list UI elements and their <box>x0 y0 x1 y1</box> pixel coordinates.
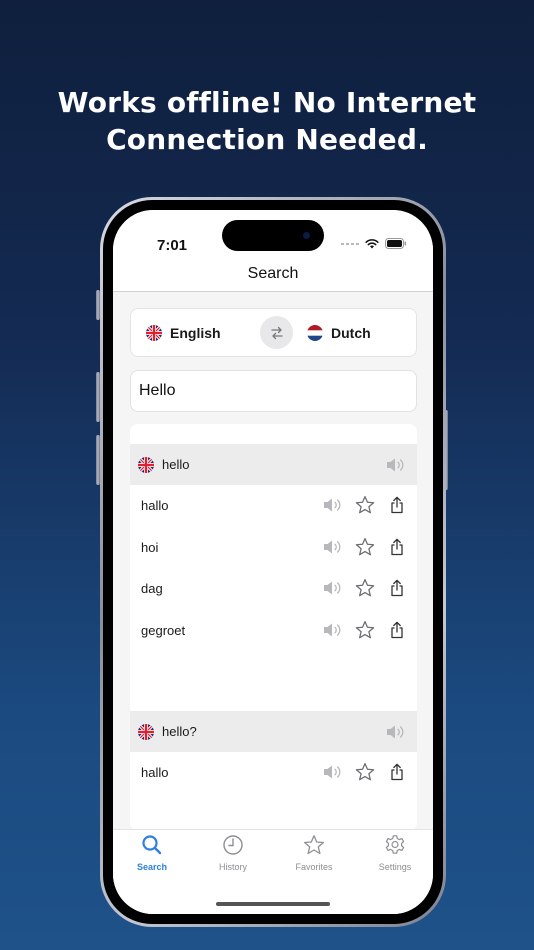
tab-bar: Search History Favorites Settings <box>113 829 433 914</box>
headline-line-2: Connection Needed. <box>106 123 428 156</box>
status-time: 7:01 <box>157 237 188 254</box>
translation-row[interactable]: dag <box>130 568 417 609</box>
star-icon[interactable] <box>355 762 375 782</box>
share-icon[interactable] <box>389 579 405 597</box>
results-list: hello hallo hoi dag gegroet hello? hallo <box>130 424 417 831</box>
dynamic-island <box>222 220 324 251</box>
star-icon[interactable] <box>355 620 375 640</box>
translation-row[interactable]: gegroet <box>130 610 417 651</box>
tab-search[interactable]: Search <box>117 834 187 872</box>
source-term: hello <box>162 457 190 472</box>
translation-row[interactable]: hoi <box>130 527 417 568</box>
speaker-icon[interactable] <box>322 579 344 597</box>
uk-flag-icon <box>138 456 154 473</box>
page-title: Search <box>247 265 299 282</box>
target-language-button[interactable]: Dutch <box>307 309 371 356</box>
source-language-label: English <box>170 324 221 341</box>
result-group-header: hello? <box>130 711 417 752</box>
source-term: hello? <box>162 724 197 739</box>
tab-settings[interactable]: Settings <box>360 834 430 872</box>
clock-icon <box>223 835 243 855</box>
star-icon[interactable] <box>355 495 375 515</box>
tab-history[interactable]: History <box>198 834 268 872</box>
translation-row[interactable]: hallo <box>130 485 417 526</box>
star-icon[interactable] <box>355 578 375 598</box>
tab-label: Favorites <box>295 862 333 872</box>
row-actions <box>322 578 405 598</box>
speaker-icon[interactable] <box>322 621 344 639</box>
star-icon[interactable] <box>355 537 375 557</box>
camera-icon <box>303 232 310 239</box>
home-indicator[interactable] <box>216 902 330 906</box>
tab-label: Settings <box>378 862 412 872</box>
share-icon[interactable] <box>389 763 405 781</box>
phone-screen: 7:01 Search English Dutch Hello hello ha… <box>113 210 433 914</box>
phone-bezel: 7:01 Search English Dutch Hello hello ha… <box>103 200 443 924</box>
row-actions <box>322 762 405 782</box>
tab-label: Search <box>136 862 168 872</box>
uk-flag-icon <box>146 324 162 341</box>
translation-text: gegroet <box>141 622 186 638</box>
status-bar: 7:01 <box>113 210 433 260</box>
battery-icon <box>385 238 407 249</box>
status-icons <box>341 238 407 249</box>
star-icon <box>303 835 325 855</box>
magnifier-icon <box>142 835 162 855</box>
gear-icon <box>385 835 405 854</box>
language-selector: English Dutch <box>130 308 417 357</box>
translation-text: hallo <box>141 498 169 513</box>
uk-flag-icon <box>138 723 154 740</box>
translation-row[interactable]: hallo <box>130 752 417 793</box>
netherlands-flag-icon <box>307 324 323 341</box>
signal-dots-icon <box>341 242 359 245</box>
row-actions <box>322 537 405 557</box>
translation-text: hallo <box>141 765 169 780</box>
target-language-label: Dutch <box>331 324 371 341</box>
share-icon[interactable] <box>389 538 405 556</box>
navigation-bar: Search <box>113 260 433 292</box>
speaker-icon[interactable] <box>322 496 344 514</box>
row-actions <box>322 495 405 515</box>
translation-text: hoi <box>141 539 159 555</box>
headline-line-1: Works offline! No Internet <box>57 86 477 119</box>
wifi-icon <box>365 239 379 249</box>
speaker-icon[interactable] <box>322 538 344 556</box>
swap-arrows-icon <box>270 326 283 339</box>
speaker-icon[interactable] <box>385 456 407 477</box>
tab-favorites[interactable]: Favorites <box>279 834 349 872</box>
share-icon[interactable] <box>389 496 405 514</box>
promo-headline: Works offline! No Internet Connection Ne… <box>0 84 534 158</box>
speaker-icon[interactable] <box>322 763 344 781</box>
tab-label: History <box>218 862 247 872</box>
swap-languages-button[interactable] <box>260 316 293 349</box>
search-input[interactable] <box>130 370 417 412</box>
share-icon[interactable] <box>389 621 405 639</box>
translation-text: dag <box>141 581 163 596</box>
source-language-button[interactable]: English <box>146 309 221 356</box>
phone-frame: 7:01 Search English Dutch Hello hello ha… <box>100 197 446 927</box>
speaker-icon[interactable] <box>385 723 407 744</box>
result-group-header: hello <box>130 444 417 485</box>
row-actions <box>322 620 405 640</box>
